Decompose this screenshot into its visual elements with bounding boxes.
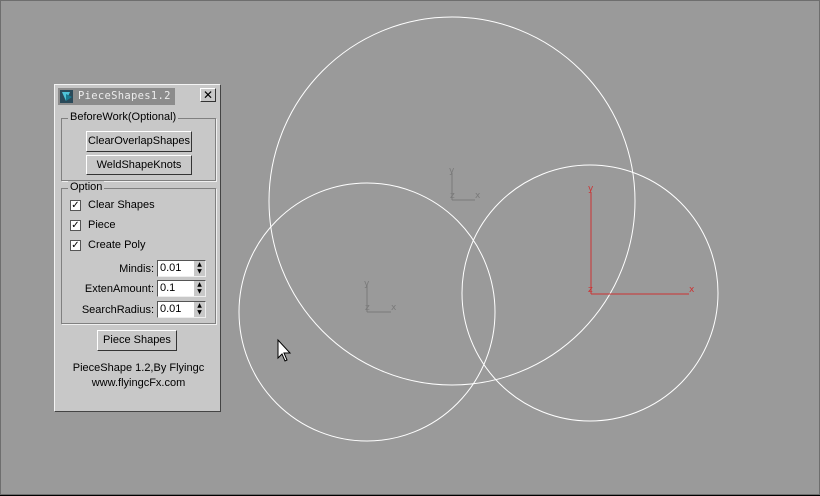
close-button[interactable]: ✕ <box>200 88 216 102</box>
group-option: Option ✓ Clear Shapes ✓ Piece ✓ Create P… <box>61 181 216 324</box>
website-text: www.flyingcFx.com <box>91 377 186 389</box>
pivot-gizmo-left: y x z <box>364 279 397 313</box>
axis-z-label: z <box>450 191 455 201</box>
checkbox-box[interactable]: ✓ <box>70 240 81 251</box>
spinner-label: ExtenAmount: <box>84 283 154 295</box>
pieceshapes-panel: PieceShapes1.2 ✕ BeforeWork(Optional) Cl… <box>54 84 221 412</box>
extenamount-input[interactable]: 0.1 ▲ ▼ <box>157 280 206 297</box>
weld-shape-knots-button[interactable]: WeldShapeKnots <box>86 155 192 175</box>
checkbox-box[interactable]: ✓ <box>70 200 81 211</box>
spinner-arrows-icon[interactable]: ▲ ▼ <box>194 281 205 296</box>
checkbox-label: Create Poly <box>88 239 146 251</box>
panel-title: PieceShapes1.2 <box>78 90 171 102</box>
spinner-value[interactable]: 0.01 <box>160 262 181 274</box>
panel-titlebar[interactable]: PieceShapes1.2 <box>58 88 175 105</box>
spinner-extenamount: ExtenAmount: 0.1 ▲ ▼ <box>62 280 212 298</box>
circle-shape-top[interactable] <box>268 16 636 386</box>
axis-x-label: x <box>689 285 695 295</box>
spinner-label: SearchRadius: <box>81 304 154 316</box>
spinner-searchradius: SearchRadius: 0.01 ▲ ▼ <box>62 301 212 319</box>
pivot-gizmo-top: y x z <box>449 166 481 201</box>
clear-overlap-shapes-button[interactable]: ClearOverlapShapes <box>86 131 192 152</box>
checkbox-box[interactable]: ✓ <box>70 220 81 231</box>
spinner-label: Mindis: <box>119 263 154 275</box>
axis-y-label: y <box>449 166 455 176</box>
spinner-arrows-icon[interactable]: ▲ ▼ <box>194 302 205 317</box>
mindis-input[interactable]: 0.01 ▲ ▼ <box>157 260 206 277</box>
axis-y-label: y <box>364 279 370 289</box>
mouse-cursor-icon <box>277 338 292 362</box>
spinner-value[interactable]: 0.01 <box>160 303 181 315</box>
max-script-icon <box>60 90 73 103</box>
axis-z-label: z <box>588 285 593 295</box>
axis-x-label: x <box>391 303 397 313</box>
group-before-work: BeforeWork(Optional) ClearOverlapShapes … <box>61 111 216 181</box>
checkbox-label: Clear Shapes <box>88 199 155 211</box>
group-option-label: Option <box>68 181 105 193</box>
spinner-mindis: Mindis: 0.01 ▲ ▼ <box>62 260 212 278</box>
piece-shapes-button[interactable]: Piece Shapes <box>97 330 177 351</box>
axis-x-label: x <box>475 191 481 201</box>
credit-text: PieceShape 1.2,By Flyingc <box>72 362 205 374</box>
searchradius-input[interactable]: 0.01 ▲ ▼ <box>157 301 206 318</box>
group-before-work-label: BeforeWork(Optional) <box>68 111 179 123</box>
spinner-arrows-icon[interactable]: ▲ ▼ <box>194 261 205 276</box>
axis-y-label: y <box>588 184 594 194</box>
close-icon: ✕ <box>202 88 214 102</box>
axis-z-label: z <box>365 303 370 313</box>
spinner-value[interactable]: 0.1 <box>160 282 175 294</box>
checkbox-label: Piece <box>88 219 116 231</box>
